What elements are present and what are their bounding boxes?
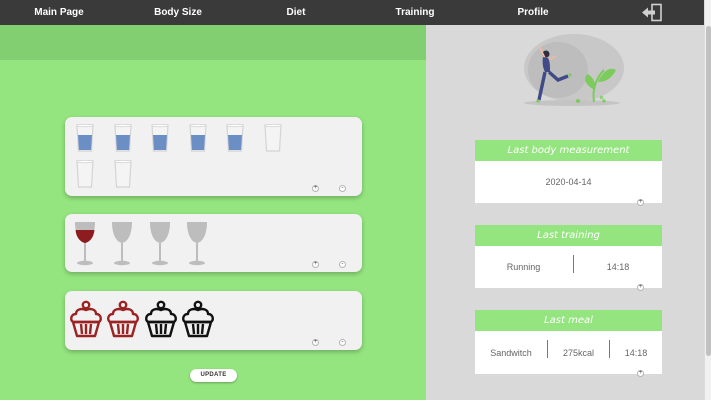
logout-icon[interactable] (640, 3, 664, 22)
cupcake-empty-icon[interactable] (143, 300, 179, 338)
expand-meal-card-button[interactable]: + (637, 370, 644, 377)
water-glass-empty-icon[interactable] (264, 124, 282, 152)
nav-main-page[interactable]: Main Page (34, 7, 83, 18)
meal-time: 14:18 (624, 347, 648, 358)
card-title: Last training (475, 225, 662, 246)
expand-training-card-button[interactable]: + (637, 284, 644, 291)
page-scrollbar[interactable] (704, 0, 711, 400)
card-body: Running 14:18 (475, 246, 662, 288)
card-last-meal: Last meal Sandwitch 275kcal 14:18 + (475, 310, 662, 377)
wine-tracker: + - (65, 214, 362, 272)
cupcake-empty-icon[interactable] (180, 300, 216, 338)
wine-plus-button[interactable]: + (312, 261, 319, 268)
meal-food: Sandwitch (490, 347, 532, 358)
water-glass-full-icon[interactable] (113, 124, 132, 152)
nav-profile[interactable]: Profile (517, 7, 548, 18)
scrollbar-thumb[interactable] (706, 26, 711, 356)
dancing-woman-illustration (524, 34, 624, 106)
card-title: Last meal (475, 310, 662, 331)
cupcake-filled-icon[interactable] (105, 300, 141, 338)
card-title: Last body measurement (475, 140, 662, 161)
water-glass-full-icon[interactable] (151, 124, 169, 152)
card-last-training: Last training Running 14:18 + (475, 225, 662, 291)
sweets-plus-button[interactable]: + (312, 339, 319, 346)
water-plus-button[interactable]: + (312, 185, 319, 192)
update-button[interactable]: UPDATE (190, 369, 237, 382)
nav-diet[interactable]: Diet (287, 7, 306, 18)
sweets-tracker: + - (65, 291, 362, 350)
water-glass-empty-icon[interactable] (113, 160, 132, 188)
training-time: 14:18 (606, 262, 630, 272)
water-tracker: + - (65, 117, 362, 196)
wine-glass-empty-icon[interactable] (185, 220, 209, 266)
card-body: 2020-04-14 (475, 161, 662, 203)
water-glass-empty-icon[interactable] (76, 160, 94, 188)
wine-glass-full-icon[interactable] (73, 220, 97, 266)
training-activity: Running (506, 262, 541, 272)
meal-calories: 275kcal (562, 347, 595, 358)
water-glass-full-icon[interactable] (189, 124, 207, 152)
header-strip (0, 25, 426, 60)
measurement-date: 2020-04-14 (545, 177, 592, 187)
nav-training[interactable]: Training (396, 7, 435, 18)
top-navbar: Main Page Body Size Diet Training Profil… (0, 0, 704, 25)
water-glass-full-icon[interactable] (226, 124, 245, 152)
water-minus-button[interactable]: - (339, 185, 346, 192)
expand-body-card-button[interactable]: + (637, 199, 644, 206)
sweets-minus-button[interactable]: - (339, 339, 346, 346)
card-last-body-measurement: Last body measurement 2020-04-14 + (475, 140, 662, 206)
card-body: Sandwitch 275kcal 14:18 (475, 331, 662, 374)
wine-glass-empty-icon[interactable] (110, 220, 134, 266)
wine-glass-empty-icon[interactable] (148, 220, 172, 266)
water-glass-full-icon[interactable] (76, 124, 94, 152)
nav-body-size[interactable]: Body Size (154, 7, 202, 18)
wine-minus-button[interactable]: - (339, 261, 346, 268)
cupcake-filled-icon[interactable] (68, 300, 104, 338)
